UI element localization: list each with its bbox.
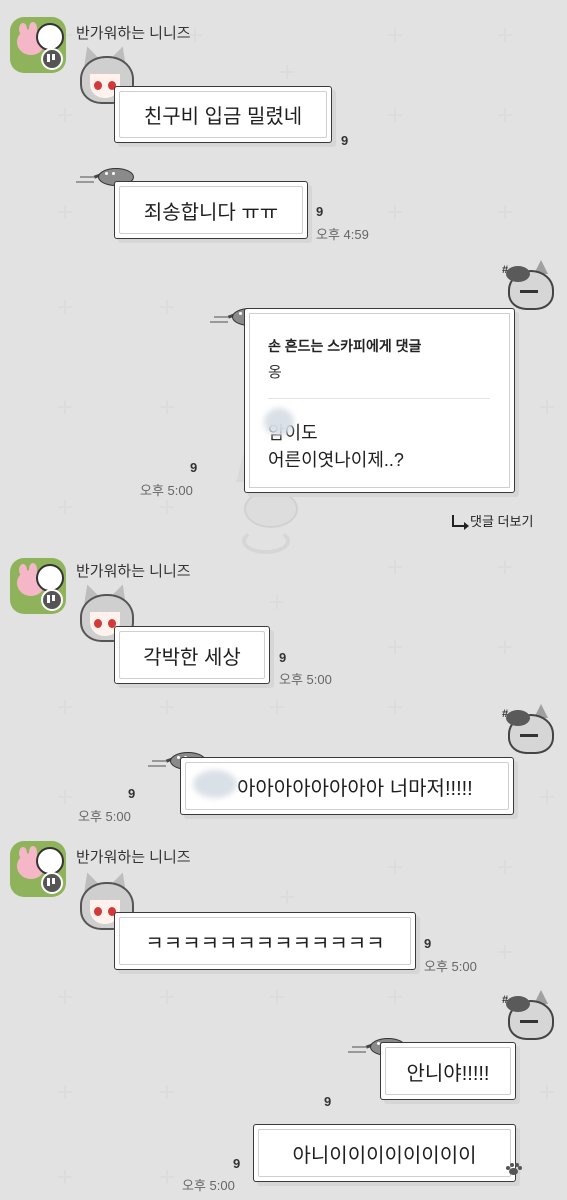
unread-count: 9 bbox=[190, 460, 198, 475]
unread-count: 9 bbox=[233, 1156, 241, 1171]
message-time: 오후 5:00 bbox=[182, 1178, 235, 1193]
sticker-boy-head: # bbox=[500, 260, 558, 312]
more-replies-label: 댓글 더보기 bbox=[470, 514, 534, 529]
message-text: 친구비 입금 밀렸네 bbox=[143, 106, 303, 128]
message-time: 오후 5:00 bbox=[78, 809, 131, 824]
unread-count: 9 bbox=[316, 204, 324, 219]
more-replies-link[interactable]: 댓글 더보기 bbox=[452, 511, 533, 530]
sticker-boy-head: # bbox=[500, 704, 558, 756]
reply-arrow-icon bbox=[452, 514, 469, 530]
unread-count: 9 bbox=[341, 133, 349, 148]
message-time: 오후 5:00 bbox=[424, 959, 477, 974]
unread-count: 9 bbox=[128, 786, 136, 801]
group-profile-icon[interactable] bbox=[10, 17, 66, 73]
reply-original-text: 옹 bbox=[268, 364, 282, 381]
paw-icon bbox=[505, 1162, 522, 1176]
sender-name: 반가워하는 니니즈 bbox=[76, 563, 191, 580]
reply-title: 손 흔드는 스카피에게 댓글 bbox=[268, 338, 422, 354]
message-time: 오후 5:00 bbox=[279, 672, 332, 687]
message-text: 각박한 세상 bbox=[143, 646, 241, 669]
sender-name: 반가워하는 니니즈 bbox=[76, 25, 191, 42]
message-text: 아니이이이이이이이이 bbox=[292, 1144, 477, 1167]
group-profile-icon[interactable] bbox=[10, 841, 66, 897]
message-text: 안니야!!!!! bbox=[406, 1062, 490, 1085]
unread-count: 9 bbox=[324, 1094, 332, 1109]
unread-count: 9 bbox=[279, 650, 287, 665]
censor-blur bbox=[264, 408, 294, 436]
message-bubble[interactable]: 죄송합니다 ㅠㅠ bbox=[114, 181, 308, 239]
message-time: 오후 5:00 bbox=[140, 483, 193, 498]
message-bubble[interactable]: 각박한 세상 bbox=[114, 626, 270, 684]
reply-card[interactable]: 손 흔드는 스카피에게 댓글 옹 암이도 어른이엿나이제..? bbox=[244, 308, 515, 493]
message-bubble[interactable]: 아니이이이이이이이이 bbox=[253, 1124, 516, 1182]
unread-count: 9 bbox=[424, 936, 432, 951]
message-text: ㅋㅋㅋㅋㅋㅋㅋㅋㅋㅋㅋㅋㅋ bbox=[145, 932, 385, 955]
message-text: 죄송합니다 ㅠㅠ bbox=[143, 201, 279, 224]
message-bubble[interactable]: 안니야!!!!! bbox=[380, 1042, 516, 1100]
group-profile-icon[interactable] bbox=[10, 558, 66, 614]
censor-blur bbox=[193, 770, 237, 798]
sender-name: 반가워하는 니니즈 bbox=[76, 849, 191, 866]
sticker-boy-head: # bbox=[500, 990, 558, 1042]
message-bubble[interactable]: ㅋㅋㅋㅋㅋㅋㅋㅋㅋㅋㅋㅋㅋ bbox=[114, 912, 416, 970]
message-bubble[interactable]: 친구비 입금 밀렸네 bbox=[114, 86, 332, 143]
reply-text-line2: 어른이엿나이제..? bbox=[268, 450, 404, 470]
reply-divider bbox=[268, 398, 490, 399]
message-time: 오후 4:59 bbox=[316, 227, 369, 242]
